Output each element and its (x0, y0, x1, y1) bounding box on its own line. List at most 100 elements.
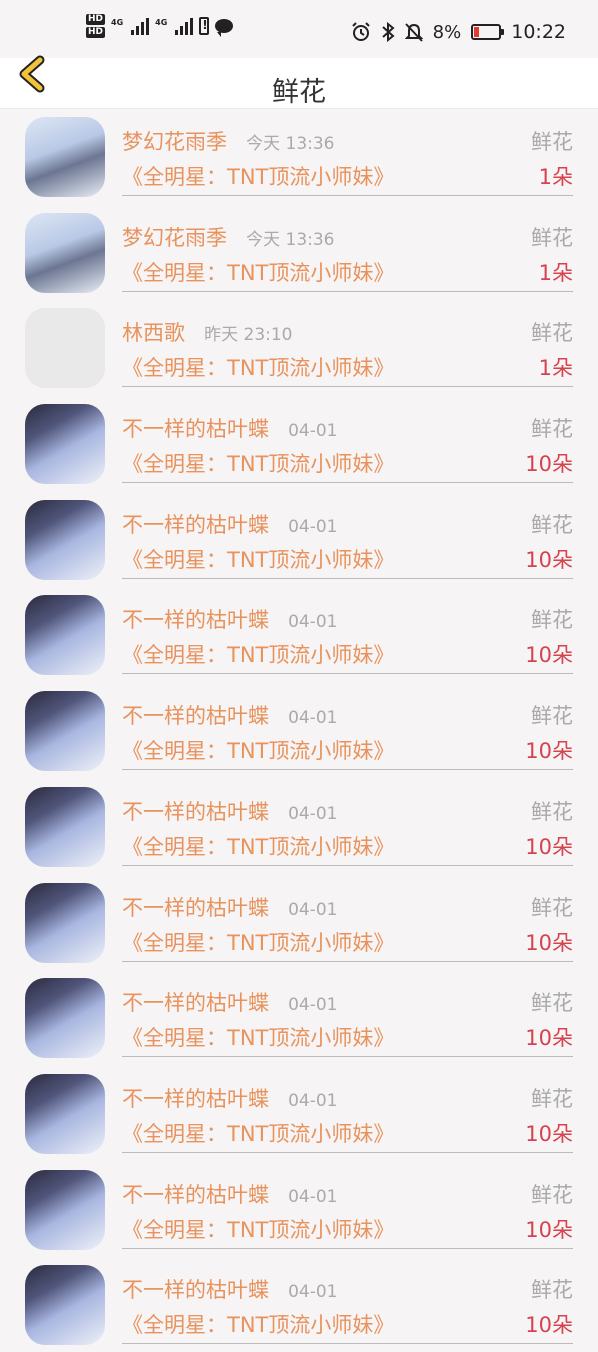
flower-count: 10朵 (525, 1313, 573, 1338)
avatar[interactable] (25, 308, 105, 389)
record-time: 今天 13:36 (246, 134, 335, 154)
book-title[interactable]: 《全明星：TNT顶流小师妹》 (122, 931, 394, 955)
flower-count: 1朵 (538, 260, 573, 285)
signal-bars-icon-2 (175, 17, 194, 35)
record-time: 04-01 (288, 1282, 338, 1303)
record-header: 不一样的枯叶蝶 04-01 鲜花 (122, 1274, 573, 1302)
record-time: 今天 13:36 (246, 229, 335, 250)
record-detail: 《全明星：TNT顶流小师妹》 10朵 (122, 735, 573, 771)
flower-record-list[interactable]: 梦幻花雨季 今天 13:36 鲜花 《全明星：TNT顶流小师妹》 1朵 梦幻花雨… (0, 108, 598, 1352)
gift-type: 鲜花 (531, 799, 573, 824)
book-title[interactable]: 《全明星：TNT顶流小师妹》 (122, 548, 394, 572)
avatar[interactable] (25, 691, 105, 772)
user-name[interactable]: 不一样的枯叶蝶 (122, 1087, 269, 1111)
flower-count: 10朵 (525, 834, 573, 859)
user-name[interactable]: 林西歌 (122, 321, 185, 345)
status-bar: HD HD 4G 4G 8% 10:22 (0, 0, 598, 60)
status-right: 8% 10:22 (351, 21, 566, 43)
gift-type: 鲜花 (531, 512, 573, 537)
list-item[interactable]: 不一样的枯叶蝶 04-01 鲜花 《全明星：TNT顶流小师妹》 10朵 (0, 1256, 598, 1352)
user-name[interactable]: 不一样的枯叶蝶 (122, 896, 269, 920)
record-time: 昨天 23:10 (204, 325, 293, 346)
list-item[interactable]: 不一样的枯叶蝶 04-01 鲜花 《全明星：TNT顶流小师妹》 10朵 (0, 1065, 598, 1161)
alarm-icon (351, 22, 370, 41)
list-item[interactable]: 不一样的枯叶蝶 04-01 鲜花 《全明星：TNT顶流小师妹》 10朵 (0, 969, 598, 1065)
flower-count: 10朵 (525, 452, 573, 477)
avatar[interactable] (25, 1265, 105, 1346)
user-name[interactable]: 梦幻花雨季 (122, 226, 227, 250)
book-title[interactable]: 《全明星：TNT顶流小师妹》 (122, 356, 394, 380)
avatar[interactable] (25, 1169, 105, 1250)
avatar[interactable] (25, 882, 105, 963)
record-header: 不一样的枯叶蝶 04-01 鲜花 (122, 413, 573, 441)
book-title[interactable]: 《全明星：TNT顶流小师妹》 (122, 1122, 394, 1146)
book-title[interactable]: 《全明星：TNT顶流小师妹》 (122, 452, 394, 476)
avatar[interactable] (25, 499, 105, 580)
user-name[interactable]: 不一样的枯叶蝶 (122, 608, 269, 632)
flower-count: 10朵 (525, 643, 573, 668)
hd-badge-2: HD (86, 27, 106, 38)
book-title[interactable]: 《全明星：TNT顶流小师妹》 (122, 1218, 394, 1242)
list-item[interactable]: 林西歌 昨天 23:10 鲜花 《全明星：TNT顶流小师妹》 1朵 (0, 299, 598, 395)
record-header: 梦幻花雨季 今天 13:36 鲜花 (122, 126, 573, 154)
gift-type: 鲜花 (531, 991, 573, 1016)
list-item[interactable]: 不一样的枯叶蝶 04-01 鲜花 《全明星：TNT顶流小师妹》 10朵 (0, 682, 598, 778)
record-time: 04-01 (288, 1186, 338, 1207)
user-name[interactable]: 不一样的枯叶蝶 (122, 417, 269, 441)
user-name[interactable]: 不一样的枯叶蝶 (122, 1278, 269, 1302)
user-name[interactable]: 梦幻花雨季 (122, 130, 227, 154)
record-time: 04-01 (288, 1090, 338, 1111)
network-type-1: 4G (111, 18, 124, 27)
avatar[interactable] (25, 595, 105, 676)
list-item[interactable]: 不一样的枯叶蝶 04-01 鲜花 《全明星：TNT顶流小师妹》 10朵 (0, 1161, 598, 1257)
book-title[interactable]: 《全明星：TNT顶流小师妹》 (122, 643, 394, 667)
avatar[interactable] (25, 978, 105, 1059)
list-item[interactable]: 不一样的枯叶蝶 04-01 鲜花 《全明星：TNT顶流小师妹》 10朵 (0, 778, 598, 874)
battery-percent: 8% (432, 21, 462, 43)
avatar[interactable] (25, 212, 105, 293)
battery-icon (471, 24, 505, 40)
message-icon (215, 19, 234, 37)
book-title[interactable]: 《全明星：TNT顶流小师妹》 (122, 165, 394, 189)
book-title[interactable]: 《全明星：TNT顶流小师妹》 (122, 835, 394, 859)
gift-type: 鲜花 (531, 130, 573, 154)
avatar[interactable] (25, 117, 105, 197)
avatar[interactable] (25, 404, 105, 485)
record-time: 04-01 (288, 803, 338, 824)
avatar[interactable] (25, 1073, 105, 1154)
flower-count: 10朵 (525, 1026, 573, 1051)
clock: 10:22 (511, 21, 566, 43)
gift-type: 鲜花 (531, 1086, 573, 1111)
book-title[interactable]: 《全明星：TNT顶流小师妹》 (122, 1026, 394, 1050)
list-item[interactable]: 梦幻花雨季 今天 13:36 鲜花 《全明星：TNT顶流小师妹》 1朵 (0, 108, 598, 204)
flower-count: 10朵 (525, 930, 573, 955)
record-header: 梦幻花雨季 今天 13:36 鲜花 (122, 222, 573, 250)
user-name[interactable]: 不一样的枯叶蝶 (122, 513, 269, 537)
avatar[interactable] (25, 786, 105, 867)
user-name[interactable]: 不一样的枯叶蝶 (122, 800, 269, 824)
flower-count: 10朵 (525, 739, 573, 764)
record-header: 不一样的枯叶蝶 04-01 鲜花 (122, 1083, 573, 1111)
status-left: HD HD 4G 4G (86, 14, 234, 38)
book-title[interactable]: 《全明星：TNT顶流小师妹》 (122, 1313, 394, 1337)
list-item[interactable]: 梦幻花雨季 今天 13:36 鲜花 《全明星：TNT顶流小师妹》 1朵 (0, 204, 598, 300)
hd-badge-1: HD (86, 14, 106, 25)
record-detail: 《全明星：TNT顶流小师妹》 1朵 (122, 352, 573, 388)
bluetooth-icon (382, 22, 395, 42)
user-name[interactable]: 不一样的枯叶蝶 (122, 704, 269, 728)
record-detail: 《全明星：TNT顶流小师妹》 10朵 (122, 1118, 573, 1153)
record-header: 不一样的枯叶蝶 04-01 鲜花 (122, 796, 573, 824)
record-header: 不一样的枯叶蝶 04-01 鲜花 (122, 987, 573, 1015)
user-name[interactable]: 不一样的枯叶蝶 (122, 1183, 269, 1207)
list-item[interactable]: 不一样的枯叶蝶 04-01 鲜花 《全明星：TNT顶流小师妹》 10朵 (0, 586, 598, 682)
list-item[interactable]: 不一样的枯叶蝶 04-01 鲜花 《全明星：TNT顶流小师妹》 10朵 (0, 395, 598, 491)
record-header: 不一样的枯叶蝶 04-01 鲜花 (122, 892, 573, 920)
book-title[interactable]: 《全明星：TNT顶流小师妹》 (122, 739, 394, 763)
book-title[interactable]: 《全明星：TNT顶流小师妹》 (122, 261, 394, 285)
gift-type: 鲜花 (531, 704, 573, 729)
mute-bell-icon (404, 23, 423, 42)
gift-type: 鲜花 (531, 225, 573, 250)
user-name[interactable]: 不一样的枯叶蝶 (122, 991, 269, 1015)
list-item[interactable]: 不一样的枯叶蝶 04-01 鲜花 《全明星：TNT顶流小师妹》 10朵 (0, 491, 598, 587)
list-item[interactable]: 不一样的枯叶蝶 04-01 鲜花 《全明星：TNT顶流小师妹》 10朵 (0, 874, 598, 970)
